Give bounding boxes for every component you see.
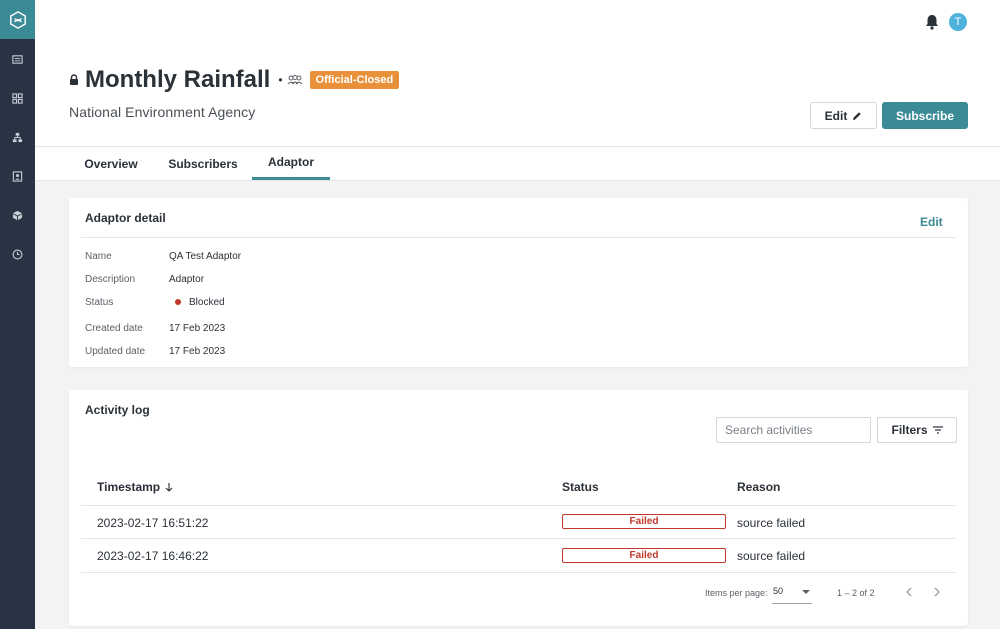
agency-name: National Environment Agency [69,104,256,120]
nav-history[interactable] [0,240,35,268]
column-header-label: Timestamp [97,480,161,494]
pagination-range: 1 – 2 of 2 [837,588,875,598]
edit-dataset-button[interactable]: Edit [810,102,877,129]
next-page-button[interactable] [931,586,943,598]
status-badge: Failed [562,548,726,563]
card-divider [81,237,956,238]
column-header-status[interactable]: Status [562,480,599,494]
filters-label: Filters [891,423,928,437]
adaptor-status-value: Blocked [169,297,225,308]
adaptor-detail-card: Adaptor detail Edit Name QA Test Adaptor… [69,198,968,367]
title-separator: • [278,73,283,87]
field-label: Status [85,297,114,308]
lock-icon [70,74,78,85]
side-nav [0,0,35,629]
adaptor-description-value: Adaptor [169,274,205,285]
edit-adaptor-link[interactable]: Edit [920,215,943,229]
chevron-right-icon [934,587,940,597]
nav-datasets[interactable] [0,201,35,229]
nav-organisations[interactable] [0,123,35,151]
edit-dataset-label: Edit [824,108,848,123]
previous-page-button[interactable] [903,586,915,598]
classification-badge: Official-Closed [309,71,400,89]
app-logo[interactable] [0,0,35,39]
row-timestamp: 2023-02-17 16:51:22 [97,516,209,530]
cube-icon [12,210,23,220]
column-header-reason[interactable]: Reason [737,480,780,494]
status-text: Blocked [189,297,225,308]
field-label: Description [85,274,136,285]
hierarchy-icon [12,132,23,142]
nav-catalogue[interactable] [0,45,35,73]
tab-adaptor[interactable]: Adaptor [252,147,330,180]
row-divider [81,572,956,573]
row-divider [81,538,956,539]
title-row: Monthly Rainfall • Official-Closed [69,64,400,96]
notification-bell-icon[interactable] [923,13,941,31]
nav-dashboard[interactable] [0,84,35,112]
contact-card-icon [12,170,23,182]
tab-subscribers[interactable]: Subscribers [153,147,253,180]
header-divider [81,505,956,506]
adaptor-created-value: 17 Feb 2023 [169,323,226,334]
adaptor-detail-title: Adaptor detail [85,211,166,225]
items-per-page-label: Items per page: [705,588,768,598]
field-label: Created date [85,323,143,334]
sort-down-arrow-icon [165,483,173,492]
adaptor-updated-value: 17 Feb 2023 [169,346,226,357]
chevron-down-icon [802,590,810,594]
filters-button[interactable]: Filters [877,417,957,443]
filter-lines-icon [932,426,943,434]
pencil-icon [853,111,862,120]
adaptor-name-value: QA Test Adaptor [169,251,242,262]
search-activities-input[interactable] [716,417,871,443]
subscribe-button[interactable]: Subscribe [882,102,968,129]
tab-overview[interactable]: Overview [69,147,153,180]
group-icon [287,75,302,85]
page-title: Monthly Rainfall [85,66,271,93]
items-per-page-value: 50 [773,586,784,596]
field-label: Name [85,251,112,262]
tab-bar: Overview Subscribers Adaptor [35,147,1000,181]
items-per-page-select[interactable]: 50 [772,584,812,604]
clock-icon [12,249,23,259]
nav-contacts[interactable] [0,162,35,190]
row-reason: source failed [737,516,806,530]
catalogue-icon [12,54,23,64]
page-header: T Monthly Rainfall • Official-Closed Nat… [35,0,1000,147]
status-badge: Failed [562,514,726,529]
status-dot-icon [175,298,181,305]
field-label: Updated date [85,346,146,357]
logo-icon [9,10,26,29]
chevron-left-icon [906,587,912,597]
row-reason: source failed [737,549,806,563]
column-header-timestamp[interactable]: Timestamp [97,480,173,494]
activity-log-title: Activity log [85,403,150,417]
user-avatar[interactable]: T [949,13,967,31]
grid-icon [12,92,23,104]
row-timestamp: 2023-02-17 16:46:22 [97,549,209,563]
activity-log-card: Activity log Filters Timestamp Status Re… [69,390,968,626]
